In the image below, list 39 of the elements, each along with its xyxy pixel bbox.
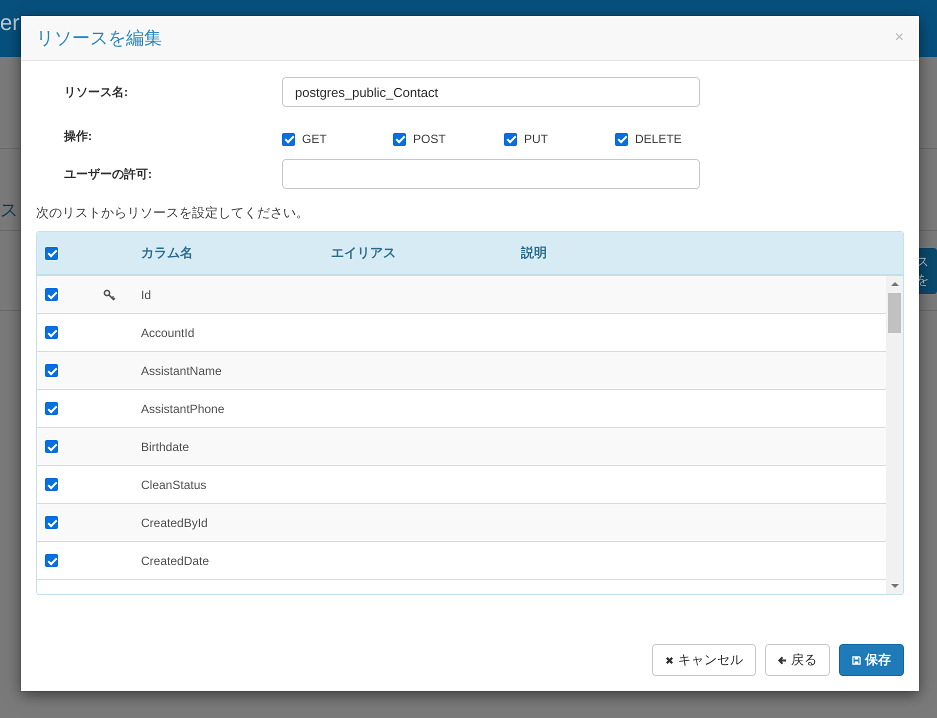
select-all-checkbox[interactable] <box>45 246 58 260</box>
table-cell: Id <box>141 288 152 302</box>
row-checkbox[interactable] <box>45 326 58 339</box>
table-cell: CreatedDate <box>141 554 210 568</box>
save-button[interactable]: 保存 <box>839 644 904 676</box>
user-permission-field[interactable] <box>282 159 700 189</box>
table-cell: CreatedById <box>141 516 208 530</box>
table-cell: CleanStatus <box>141 478 206 492</box>
operation-checkbox[interactable]: DELETE <box>615 132 726 146</box>
row-checkbox[interactable] <box>45 478 58 491</box>
row-checkbox[interactable] <box>45 440 58 453</box>
column-header: カラム名 <box>141 245 193 260</box>
resource-name-field[interactable]: postgres_public_Contact <box>282 77 700 107</box>
table-cell: AssistantName <box>141 364 222 378</box>
close-icon <box>665 656 674 664</box>
row-checkbox[interactable] <box>45 402 58 415</box>
instruction-text: 次のリストからリソースを設定してください。 <box>36 204 310 222</box>
table-cell: AssistantPhone <box>141 402 224 416</box>
column-header: エイリアス <box>331 245 396 260</box>
row-checkbox[interactable] <box>45 288 58 301</box>
row-checkbox[interactable] <box>45 364 58 377</box>
cancel-button[interactable]: キャンセル <box>652 644 756 676</box>
field-label: 操作: <box>62 128 93 145</box>
table-cell: AccountId <box>141 326 194 340</box>
arrow-left-icon <box>778 656 787 664</box>
operation-checkbox[interactable]: PUT <box>504 132 615 146</box>
scrollbar[interactable] <box>886 276 903 594</box>
operation-checkbox[interactable]: POST <box>393 132 504 146</box>
column-header: 説明 <box>521 245 547 260</box>
field-label: リソース名: <box>63 84 129 100</box>
dialog-title: リソースを編集 <box>36 27 162 50</box>
page-heading-text: ス <box>0 199 18 222</box>
row-checkbox[interactable] <box>45 516 58 529</box>
back-button[interactable]: 戻る <box>765 644 830 676</box>
operation-checkbox[interactable]: GET <box>282 132 393 146</box>
table-cell: Birthdate <box>141 440 190 454</box>
brand-text: er <box>0 10 20 36</box>
field-label: ユーザーの許可: <box>63 166 153 182</box>
row-checkbox[interactable] <box>45 554 58 567</box>
